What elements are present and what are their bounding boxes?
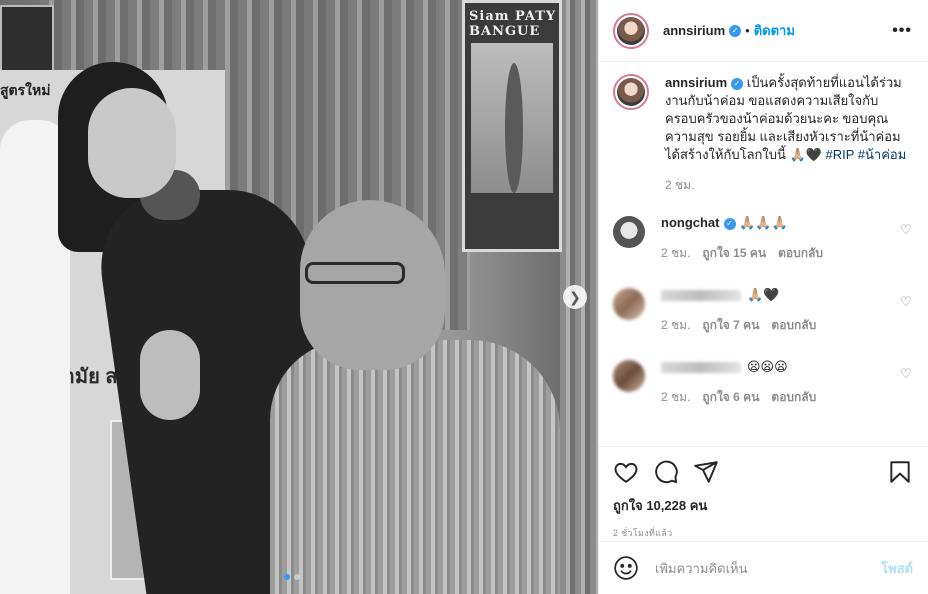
man-shirt	[270, 340, 560, 594]
author-avatar[interactable]	[613, 12, 649, 49]
reply-button[interactable]: ตอบกลับ	[778, 244, 823, 262]
comment-username[interactable]: nongchat	[661, 215, 720, 230]
chevron-right-icon: ❯	[569, 288, 581, 305]
carousel-next-button[interactable]: ❯	[563, 285, 587, 309]
caption-username[interactable]: annsirium	[665, 75, 727, 90]
comments-list[interactable]: annsirium ✓ เป็นครั้งสุดท้ายที่แอนได้ร่วม…	[599, 62, 928, 446]
separator-dot: •	[745, 23, 750, 38]
like-count[interactable]: ถูกใจ 10,228 คน	[613, 495, 913, 516]
comment-username-blurred[interactable]	[661, 362, 741, 374]
banner-text-top: สูตรใหม่	[0, 82, 51, 98]
reply-button[interactable]: ตอบกลับ	[771, 316, 816, 334]
comment-item: 😦😦😦 2 ชม. ถูกใจ 6 คน ตอบกลับ ♡	[613, 358, 912, 406]
poster-left	[0, 5, 54, 73]
verified-badge-icon: ✓	[723, 217, 736, 230]
add-comment-bar: โพสต์	[599, 541, 928, 594]
comment-icon[interactable]	[653, 459, 679, 485]
follow-button[interactable]: ติดตาม	[754, 20, 795, 41]
man-glasses	[305, 262, 405, 284]
comment-text: 🙏🏼🙏🏼🙏🏼	[739, 215, 788, 230]
man-head	[300, 200, 445, 370]
comment-likes[interactable]: ถูกใจ 15 คน	[702, 244, 766, 262]
caption: annsirium ✓ เป็นครั้งสุดท้ายที่แอนได้ร่วม…	[613, 74, 912, 194]
post-header: annsirium ✓ • ติดตาม •••	[599, 0, 928, 62]
carousel-dot	[294, 574, 300, 580]
comment-age: 2 ชม.	[661, 318, 691, 332]
carousel-dots	[284, 574, 300, 580]
share-icon[interactable]	[693, 459, 719, 485]
comment-like-heart-icon[interactable]: ♡	[900, 295, 912, 308]
heart-icon[interactable]	[613, 459, 639, 485]
comment-avatar[interactable]	[613, 288, 645, 320]
post-photo[interactable]: Siam PATY BANGUE สูตรใหม่ นามัย สะอาด ❯	[0, 0, 598, 594]
post-comment-button[interactable]: โพสต์	[881, 558, 913, 579]
author-username[interactable]: annsirium	[663, 23, 725, 38]
verified-badge-icon: ✓	[731, 77, 744, 90]
comment-like-heart-icon[interactable]: ♡	[900, 223, 912, 236]
carousel-dot-active	[284, 574, 290, 580]
poster-text: Siam PATY BANGUE	[469, 9, 557, 39]
comment-age: 2 ชม.	[661, 246, 691, 260]
more-options-icon[interactable]: •••	[892, 22, 912, 40]
comment-avatar[interactable]	[613, 360, 645, 392]
comment-username-blurred[interactable]	[661, 290, 741, 302]
caption-age: 2 ชม.	[665, 178, 695, 192]
comment-item: nongchat ✓ 🙏🏼🙏🏼🙏🏼 2 ชม. ถูกใจ 15 คน ตอบกล…	[613, 214, 912, 262]
comment-like-heart-icon[interactable]: ♡	[900, 367, 912, 380]
comment-likes[interactable]: ถูกใจ 6 คน	[702, 388, 759, 406]
comment-avatar[interactable]	[613, 216, 645, 248]
comment-text: 🙏🏼🖤	[747, 287, 780, 302]
woman-hands	[140, 330, 200, 420]
poster-right: Siam PATY BANGUE	[462, 0, 562, 252]
reply-button[interactable]: ตอบกลับ	[771, 388, 816, 406]
post-side-panel: annsirium ✓ • ติดตาม ••• annsirium ✓ เป็น…	[598, 0, 928, 594]
post-timestamp[interactable]: 2 ชั่วโมงที่แล้ว	[613, 526, 913, 540]
comment-likes[interactable]: ถูกใจ 7 คน	[702, 316, 759, 334]
comment-text: 😦😦😦	[747, 359, 788, 374]
comment-age: 2 ชม.	[661, 390, 691, 404]
woman-face	[88, 88, 176, 198]
comment-item: 🙏🏼🖤 2 ชม. ถูกใจ 7 คน ตอบกลับ ♡	[613, 286, 912, 334]
caption-avatar[interactable]	[613, 74, 649, 110]
bookmark-icon[interactable]	[887, 459, 913, 485]
comment-input[interactable]	[655, 560, 882, 576]
caption-hashtags[interactable]: #RIP #น้าค่อม	[826, 147, 907, 162]
verified-badge-icon: ✓	[729, 24, 742, 37]
post-actions: ถูกใจ 10,228 คน 2 ชั่วโมงที่แล้ว	[599, 446, 928, 540]
emoji-icon[interactable]	[613, 555, 639, 581]
